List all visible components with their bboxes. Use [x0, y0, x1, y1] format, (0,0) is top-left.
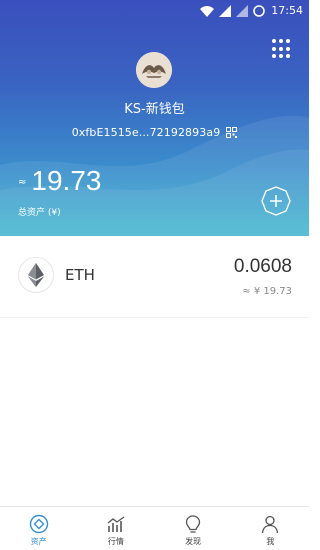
wallet-name[interactable]: KS-新钱包: [0, 98, 309, 117]
discover-icon: [185, 515, 201, 533]
asset-icon: [29, 514, 48, 534]
asset-row-eth[interactable]: ETH 0.0608 ≈ ¥ 19.73: [0, 248, 309, 318]
tab-label: 行情: [107, 537, 124, 546]
tab-assets[interactable]: 资产: [0, 507, 77, 550]
asset-fiat-value: ≈ ¥ 19.73: [242, 286, 292, 297]
bottom-tab-bar: 资产 行情 发现 我: [0, 506, 309, 550]
asset-amount: 0.0608: [233, 256, 292, 277]
market-icon: [107, 516, 125, 532]
ethereum-icon: [28, 263, 44, 287]
tab-label: 发现: [185, 537, 202, 546]
signal-icon: [236, 5, 248, 17]
status-time: 17:54: [271, 4, 303, 17]
tab-label: 资产: [30, 537, 47, 546]
status-bar: 17:54: [0, 0, 309, 22]
tab-label: 我: [266, 537, 275, 546]
total-balance: 19.73: [31, 165, 102, 196]
total-assets-label: 总资产 (¥): [18, 208, 61, 218]
tab-market[interactable]: 行情: [77, 507, 154, 550]
status-icons: [200, 4, 265, 18]
address-row[interactable]: 0xfbE1515e...72192893a9: [0, 126, 309, 139]
tab-profile[interactable]: 我: [232, 507, 309, 550]
profile-icon: [262, 515, 279, 534]
asset-symbol: ETH: [65, 266, 95, 284]
wallet-header: 17:54 KS-新钱包 0xfbE1515e...72192893a9 ≈ 1…: [0, 0, 309, 236]
add-asset-button[interactable]: [261, 186, 291, 216]
wallet-address[interactable]: 0xfbE1515e...72192893a9: [72, 126, 221, 139]
battery-icon: [253, 5, 265, 17]
balance-row: ≈ 19.73: [18, 164, 101, 198]
avatar-image: [136, 52, 172, 88]
signal-icon: [219, 5, 231, 17]
tab-discover[interactable]: 发现: [155, 507, 232, 550]
eth-logo: [18, 257, 54, 293]
qr-code-icon[interactable]: [226, 127, 238, 138]
approx-symbol: ≈: [18, 177, 27, 188]
apps-grid-icon[interactable]: [272, 39, 292, 59]
wifi-icon: [200, 5, 214, 17]
wallet-avatar[interactable]: [136, 52, 172, 88]
